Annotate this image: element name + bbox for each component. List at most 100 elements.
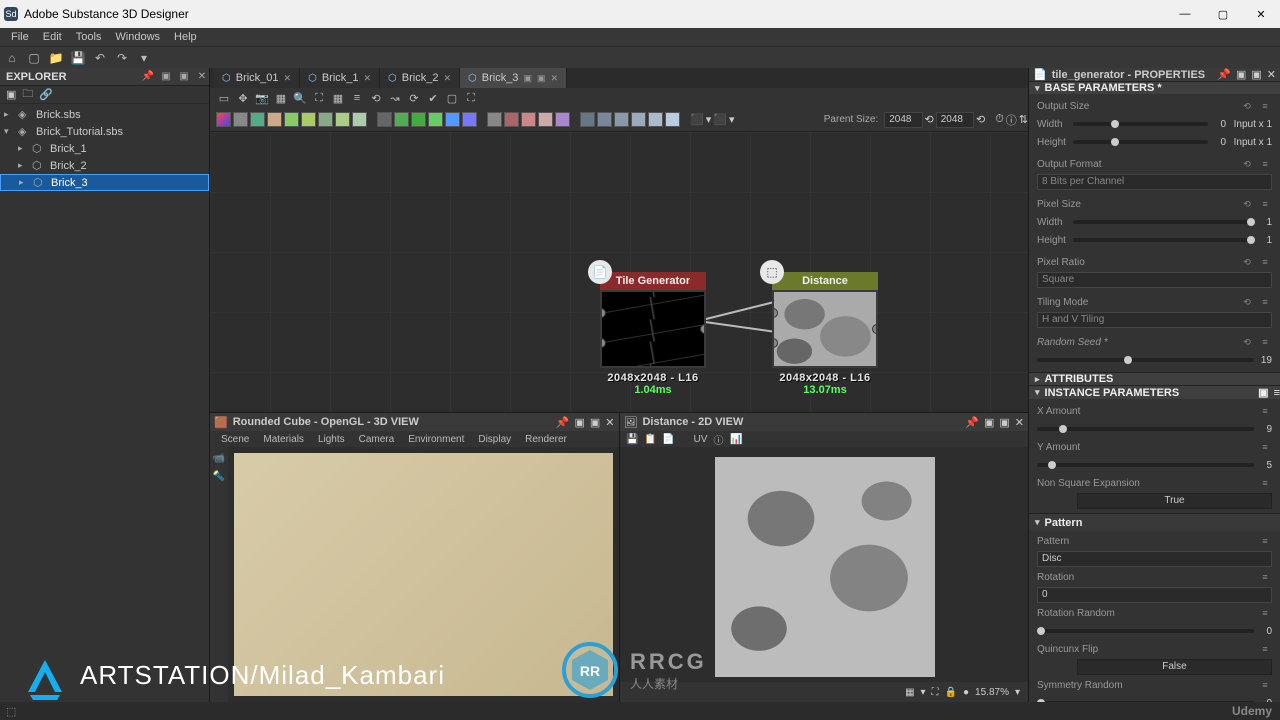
light-mode-icon[interactable]: 🔦 <box>212 469 226 483</box>
ps-height-slider[interactable] <box>1073 238 1254 242</box>
info-icon[interactable]: ⓘ <box>1006 112 1017 128</box>
menu-tools[interactable]: Tools <box>69 31 109 43</box>
swatch-icon[interactable] <box>250 112 265 127</box>
ps-width-slider[interactable] <box>1073 220 1254 224</box>
input-port[interactable] <box>600 338 606 348</box>
swatch-icon[interactable] <box>648 112 663 127</box>
swatch-icon[interactable] <box>352 112 367 127</box>
layout-icon[interactable]: ⇅ <box>1019 113 1028 126</box>
graph-canvas[interactable]: 📄 Tile Generator 2048x2048 - L16 1.04ms … <box>210 132 1028 412</box>
output-port[interactable] <box>872 324 878 334</box>
swatch-icon[interactable] <box>267 112 282 127</box>
rotation-random-slider[interactable] <box>1037 629 1254 633</box>
tree-item-brick-sbs[interactable]: ▸ ◈ Brick.sbs <box>0 106 209 123</box>
swatch-icon[interactable] <box>538 112 553 127</box>
tree-item-brick1[interactable]: ▸ ⬡ Brick_1 <box>0 140 209 157</box>
swatch-icon[interactable] <box>301 112 316 127</box>
width-slider[interactable] <box>1073 122 1208 126</box>
menu-icon[interactable]: ≡ <box>1258 199 1272 209</box>
tab-brick01[interactable]: ⬡Brick_01✕ <box>214 68 300 88</box>
y-amount-slider[interactable] <box>1037 463 1254 467</box>
swatch-icon[interactable] <box>318 112 333 127</box>
select-icon[interactable]: ▭ <box>216 90 232 106</box>
link-icon[interactable]: 🔗 <box>39 88 53 101</box>
panel-icon[interactable]: ▣ <box>159 70 173 84</box>
x-amount-slider[interactable] <box>1037 427 1254 431</box>
toggle-icon[interactable]: ⬛ <box>713 113 727 126</box>
redo-icon[interactable]: ↷ <box>114 50 130 66</box>
menu-file[interactable]: File <box>4 31 36 43</box>
tree-item-brick3[interactable]: ▸ ⬡ Brick_3 <box>0 174 209 191</box>
histogram-icon[interactable]: 📊 <box>730 432 744 446</box>
menu-help[interactable]: Help <box>167 31 204 43</box>
home-icon[interactable]: ⌂ <box>4 50 20 66</box>
close-button[interactable]: ✕ <box>1242 0 1280 28</box>
swatch-icon[interactable] <box>445 112 460 127</box>
zoom-icon[interactable]: 🔍 <box>292 90 308 106</box>
swatch-icon[interactable] <box>665 112 680 127</box>
nse-toggle[interactable]: True <box>1077 493 1272 509</box>
close-tab-icon[interactable]: ✕ <box>550 73 558 84</box>
swatch-icon[interactable] <box>377 112 392 127</box>
tab-option-icon[interactable]: ▣ <box>523 73 532 84</box>
refresh-icon[interactable]: ⟲ <box>976 113 985 126</box>
tiling-mode-select[interactable]: H and V Tiling <box>1037 312 1272 328</box>
link-icon[interactable]: ⟲ <box>368 90 384 106</box>
view3d-menu-environment[interactable]: Environment <box>403 434 469 445</box>
swatch-icon[interactable] <box>428 112 443 127</box>
camera-mode-icon[interactable]: 📹 <box>212 451 226 465</box>
move-icon[interactable]: ✥ <box>235 90 251 106</box>
pixel-ratio-select[interactable]: Square <box>1037 272 1272 288</box>
panel-icon[interactable]: ▣ <box>574 416 584 429</box>
undo-icon[interactable]: ↶ <box>92 50 108 66</box>
menu-icon[interactable]: ≡ <box>1258 572 1272 582</box>
viewer-close-icon[interactable]: ✕ <box>1015 416 1024 429</box>
link-icon[interactable]: ⟲ <box>1240 101 1254 111</box>
menu-icon[interactable]: ≡ <box>1258 101 1272 111</box>
swatch-icon[interactable] <box>462 112 477 127</box>
close-tab-icon[interactable]: ✕ <box>364 73 372 84</box>
toggle-icon[interactable]: ▾ <box>706 113 712 126</box>
link-icon[interactable]: ⟲ <box>1240 159 1254 169</box>
align-icon[interactable]: ≡ <box>349 90 365 106</box>
pin-icon[interactable]: 📌 <box>965 416 979 429</box>
pattern-select[interactable]: Disc <box>1037 551 1272 567</box>
menu-icon[interactable]: ≡ <box>1258 406 1272 416</box>
pin-icon[interactable]: 📌 <box>556 416 570 429</box>
viewer-close-icon[interactable]: ✕ <box>605 416 614 429</box>
tree-item-brick2[interactable]: ▸ ⬡ Brick_2 <box>0 157 209 174</box>
grid-icon[interactable]: ▦ <box>905 687 914 698</box>
grid-icon[interactable]: ▦ <box>273 90 289 106</box>
menu-icon[interactable]: ≡ <box>1258 337 1272 347</box>
fit-icon[interactable]: ⛶ <box>932 687 939 698</box>
output-format-select[interactable]: 8 Bits per Channel <box>1037 174 1272 190</box>
link-icon[interactable]: ⟲ <box>1240 297 1254 307</box>
dot-icon[interactable]: ● <box>963 687 969 698</box>
fit-icon[interactable]: ⛶ <box>311 90 327 106</box>
view3d-menu-materials[interactable]: Materials <box>258 434 309 445</box>
link-icon[interactable]: ⟲ <box>1240 257 1254 267</box>
swatch-icon[interactable] <box>555 112 570 127</box>
node-tile-generator[interactable]: 📄 Tile Generator 2048x2048 - L16 1.04ms <box>600 272 706 396</box>
view3d-menu-renderer[interactable]: Renderer <box>520 434 572 445</box>
section-attributes[interactable]: ▸ ATTRIBUTES <box>1029 372 1280 385</box>
save-image-icon[interactable]: 💾 <box>626 432 640 446</box>
pin-icon[interactable]: 📌 <box>141 70 155 84</box>
open-icon[interactable]: 📁 <box>48 50 64 66</box>
swatch-icon[interactable] <box>614 112 629 127</box>
swatch-icon[interactable] <box>335 112 350 127</box>
swatch-icon[interactable] <box>597 112 612 127</box>
tab-brick1[interactable]: ⬡Brick_1✕ <box>300 68 380 88</box>
expand-icon[interactable]: ⛶ <box>463 90 479 106</box>
copy-icon[interactable]: ▣ <box>1258 386 1268 399</box>
swatch-icon[interactable] <box>284 112 299 127</box>
menu-icon[interactable]: ≡ <box>1258 442 1272 452</box>
swatch-icon[interactable] <box>487 112 502 127</box>
camera-icon[interactable]: 📷 <box>254 90 270 106</box>
menu-icon[interactable]: ≡ <box>1258 478 1272 488</box>
node-size-dropdown[interactable]: 2048 <box>936 112 974 128</box>
swatch-icon[interactable] <box>233 112 248 127</box>
refresh-icon[interactable]: ⟲ <box>925 113 934 126</box>
copy-icon[interactable]: 📋 <box>644 432 658 446</box>
panel-icon2[interactable]: ▣ <box>177 70 191 84</box>
